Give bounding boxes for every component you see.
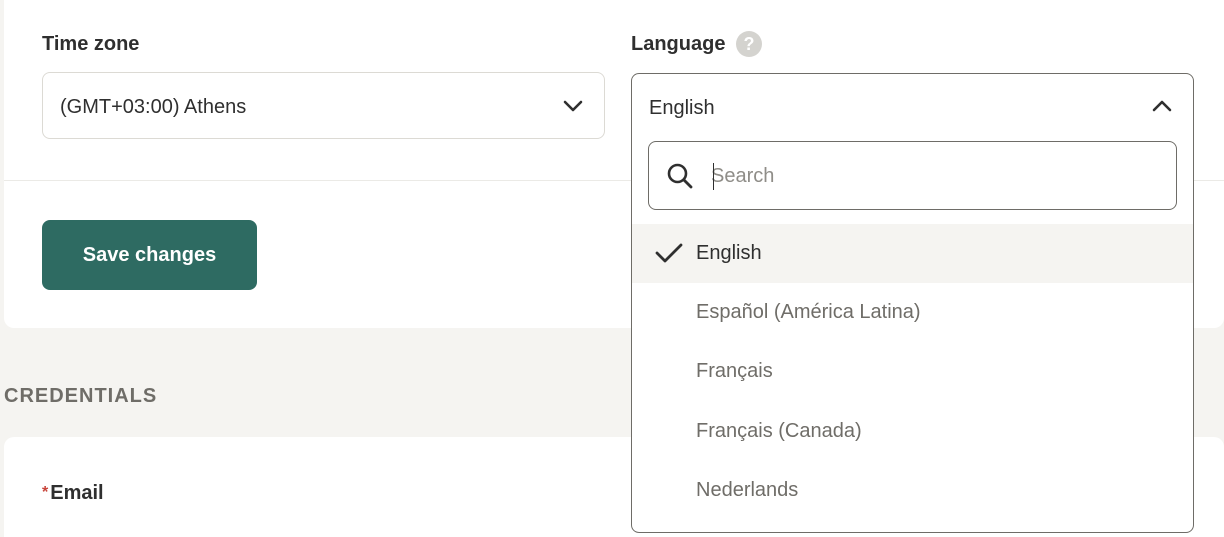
chevron-up-icon[interactable]: [1151, 97, 1173, 115]
timezone-label: Time zone: [42, 33, 140, 55]
text-cursor: [713, 163, 714, 190]
timezone-select[interactable]: (GMT+03:00) Athens: [42, 72, 605, 139]
language-option-english[interactable]: English: [632, 224, 1193, 283]
language-value: English: [649, 97, 715, 119]
language-search-input[interactable]: [711, 158, 1151, 194]
language-option-francais-canada[interactable]: Français (Canada): [632, 402, 1193, 461]
email-label-text: Email: [50, 482, 104, 504]
language-option-label: Français (Canada): [696, 420, 862, 442]
language-option-francais[interactable]: Français: [632, 342, 1193, 401]
chevron-down-icon: [563, 100, 583, 112]
language-option-label: English: [696, 242, 762, 264]
language-label: Language: [631, 33, 726, 55]
save-changes-button[interactable]: Save changes: [42, 220, 257, 290]
language-option-label: Nederlands: [696, 479, 799, 501]
language-option-nederlands[interactable]: Nederlands: [632, 461, 1193, 520]
required-mark: *: [42, 484, 49, 501]
language-option-label: Español (América Latina): [696, 301, 921, 323]
search-icon: [667, 163, 693, 189]
language-option-espanol-latam[interactable]: Español (América Latina): [632, 283, 1193, 342]
language-option-label: Français: [696, 360, 773, 382]
email-label: * Email: [42, 481, 104, 505]
language-dropdown[interactable]: English English Español (América Latina)…: [631, 73, 1194, 533]
language-search-box[interactable]: [648, 141, 1177, 210]
help-icon[interactable]: ?: [736, 31, 762, 57]
credentials-section-title: CREDENTIALS: [4, 385, 158, 407]
timezone-value: (GMT+03:00) Athens: [60, 96, 247, 118]
check-icon: [655, 243, 683, 263]
